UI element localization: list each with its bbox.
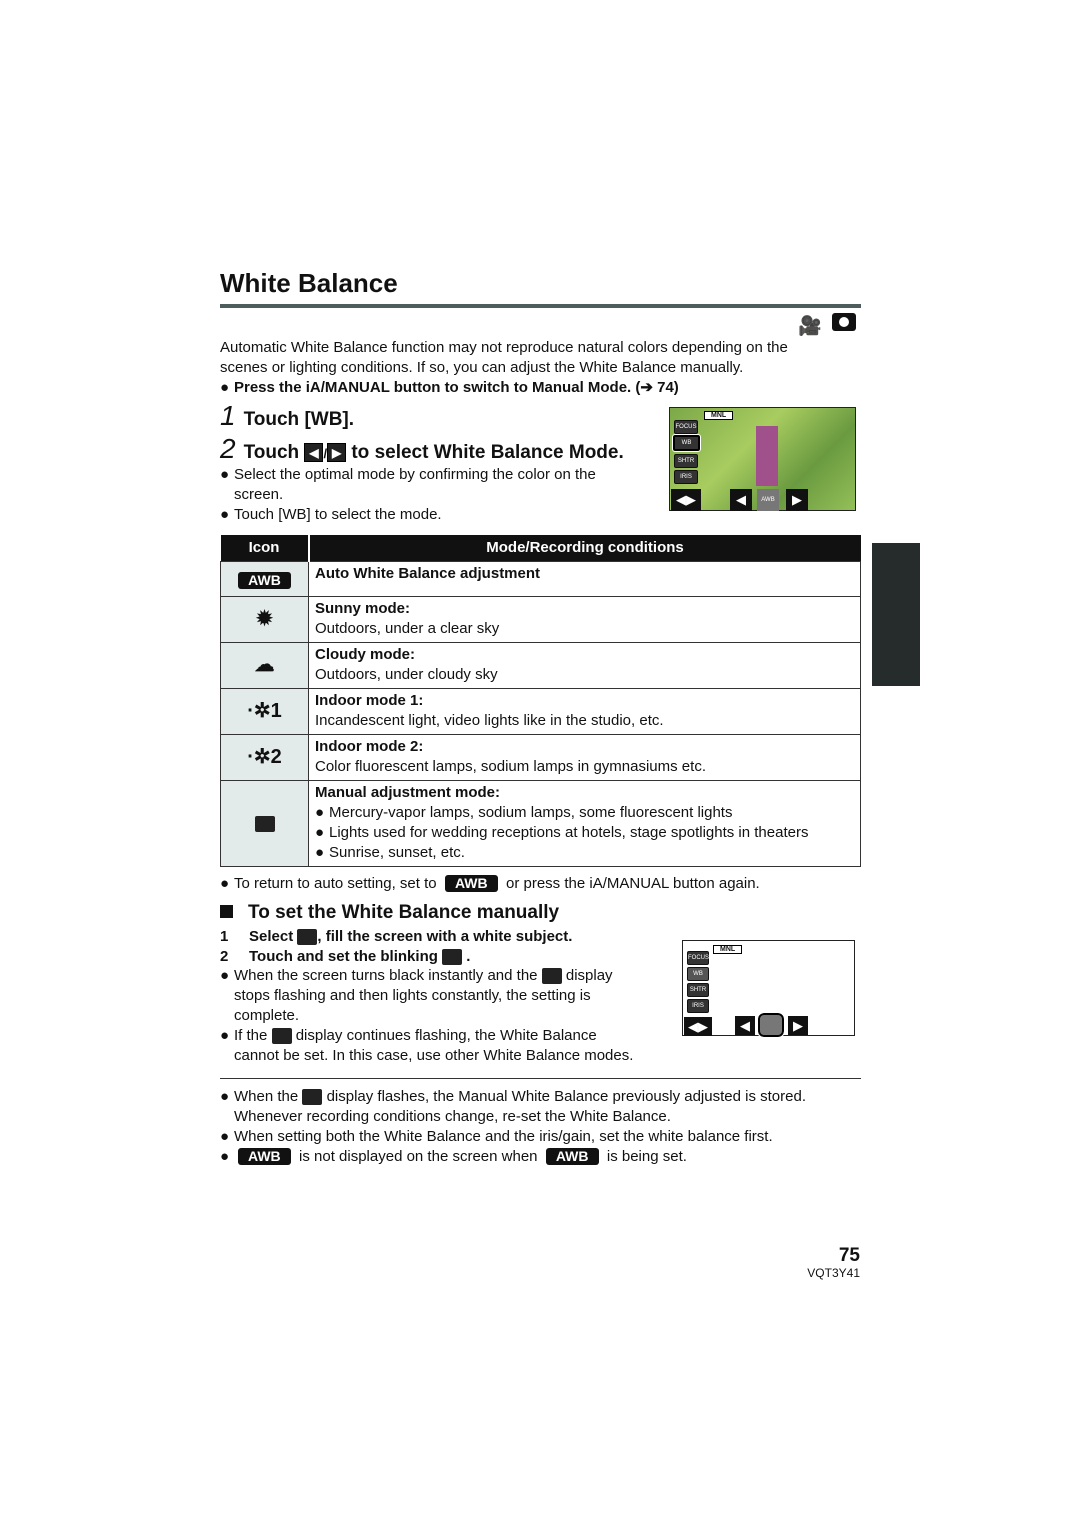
awb-icon: AWB — [444, 875, 498, 892]
table-row: ☁ Cloudy mode: Outdoors, under cloudy sky — [220, 641, 861, 689]
left-arrow-icon: ◀ — [304, 443, 324, 463]
manual-wb-icon — [271, 1028, 292, 1045]
step-1: 1 Touch [WB]. — [220, 400, 355, 431]
white-balance-mode-table: Icon Mode/Recording conditions AWB Auto Wh… — [220, 535, 861, 867]
manual-wb-icon — [297, 929, 318, 946]
prev-mode-button[interactable]: ◀ — [730, 489, 752, 511]
table-row: ·✲2 Indoor mode 2: Color fluorescent lamps… — [220, 733, 861, 781]
scroll-arrows[interactable]: ◀▶ — [671, 489, 701, 511]
page-number: 75 — [838, 1245, 860, 1266]
next-mode-button[interactable]: ▶ — [788, 1016, 808, 1035]
step-note: Touch [WB] to select the mode. — [234, 506, 442, 523]
document-code: VQT3Y41 — [807, 1266, 860, 1280]
cloud-icon: ☁ — [220, 641, 309, 689]
table-row: ✹ Sunny mode: Outdoors, under a clear sky — [220, 595, 861, 643]
title-rule — [220, 304, 861, 308]
manual-step-2: 2 Touch and set the blinking . — [220, 948, 471, 966]
indoor-2-icon: ·✲2 — [220, 733, 309, 781]
wb-button[interactable]: WB — [687, 967, 709, 981]
header-mode: Mode/Recording conditions — [308, 535, 861, 561]
press-note: ● Press the iA/MANUAL button to switch to… — [220, 379, 679, 396]
header-icon: Icon — [220, 535, 310, 561]
awb-icon: AWB — [238, 571, 291, 589]
mnl-badge: MNL — [704, 411, 734, 420]
manual-wb-icon — [541, 968, 562, 985]
awb-icon: AWB — [545, 1148, 599, 1165]
manual-wb-icon — [254, 815, 275, 832]
focus-button[interactable]: FOCUS — [674, 420, 698, 434]
step-2: 2 Touch ◀ / ▶ to select White Balance Mode. — [220, 433, 624, 464]
step-note: screen. — [234, 486, 284, 503]
iris-button[interactable]: IRIS — [687, 999, 709, 1013]
right-arrow-icon: ▶ — [327, 443, 347, 463]
table-row: AWB Auto White Balance adjustment — [220, 560, 861, 597]
prev-mode-button[interactable]: ◀ — [735, 1016, 755, 1035]
table-row: Manual adjustment mode: ● Mercury-vapor la… — [220, 779, 861, 867]
scroll-arrows[interactable]: ◀▶ — [684, 1017, 712, 1036]
page-title: White Balance — [220, 268, 398, 298]
table-row: ·✲1 Indoor mode 1: Incandescent light, vid… — [220, 687, 861, 735]
return-note: ● To return to auto setting, set to AWB o… — [220, 875, 760, 892]
focus-button[interactable]: FOCUS — [687, 951, 709, 965]
section-heading: To set the White Balance manually — [220, 902, 559, 924]
chapter-side-tab — [872, 543, 920, 686]
manual-wb-icon — [442, 949, 463, 966]
awb-icon: AWB — [238, 1148, 291, 1165]
shtr-button[interactable]: SHTR — [687, 983, 709, 997]
sun-icon: ✹ — [220, 595, 309, 643]
manual-wb-button[interactable] — [757, 1012, 785, 1038]
wb-button[interactable]: WB — [672, 434, 701, 452]
camera-icon — [832, 313, 856, 331]
video-camera-icon: 🎥 — [798, 316, 822, 337]
awb-indicator: AWB — [757, 489, 779, 511]
mnl-badge: MNL — [713, 945, 743, 954]
intro-text: scenes or lighting conditions. If so, yo… — [220, 359, 744, 376]
intro-text: Automatic White Balance function may not… — [220, 339, 788, 356]
shtr-button[interactable]: SHTR — [674, 454, 698, 468]
divider — [220, 1078, 861, 1079]
next-mode-button[interactable]: ▶ — [786, 489, 808, 511]
step-note: Select the optimal mode by confirming th… — [234, 466, 596, 483]
iris-button[interactable]: IRIS — [674, 470, 698, 484]
manual-wb-icon — [302, 1089, 323, 1106]
camera-screen-manual: MNL FOCUS WB SHTR IRIS ◀▶ ◀ ▶ — [682, 940, 855, 1038]
camera-screen-preview: MNL FOCUS WB SHTR IRIS ◀▶ ◀ AWB ▶ — [669, 407, 856, 511]
indoor-1-icon: ·✲1 — [220, 687, 309, 735]
subject-figure — [756, 426, 778, 486]
manual-step-1: 1 Select , fill the screen with a white s… — [220, 928, 573, 946]
